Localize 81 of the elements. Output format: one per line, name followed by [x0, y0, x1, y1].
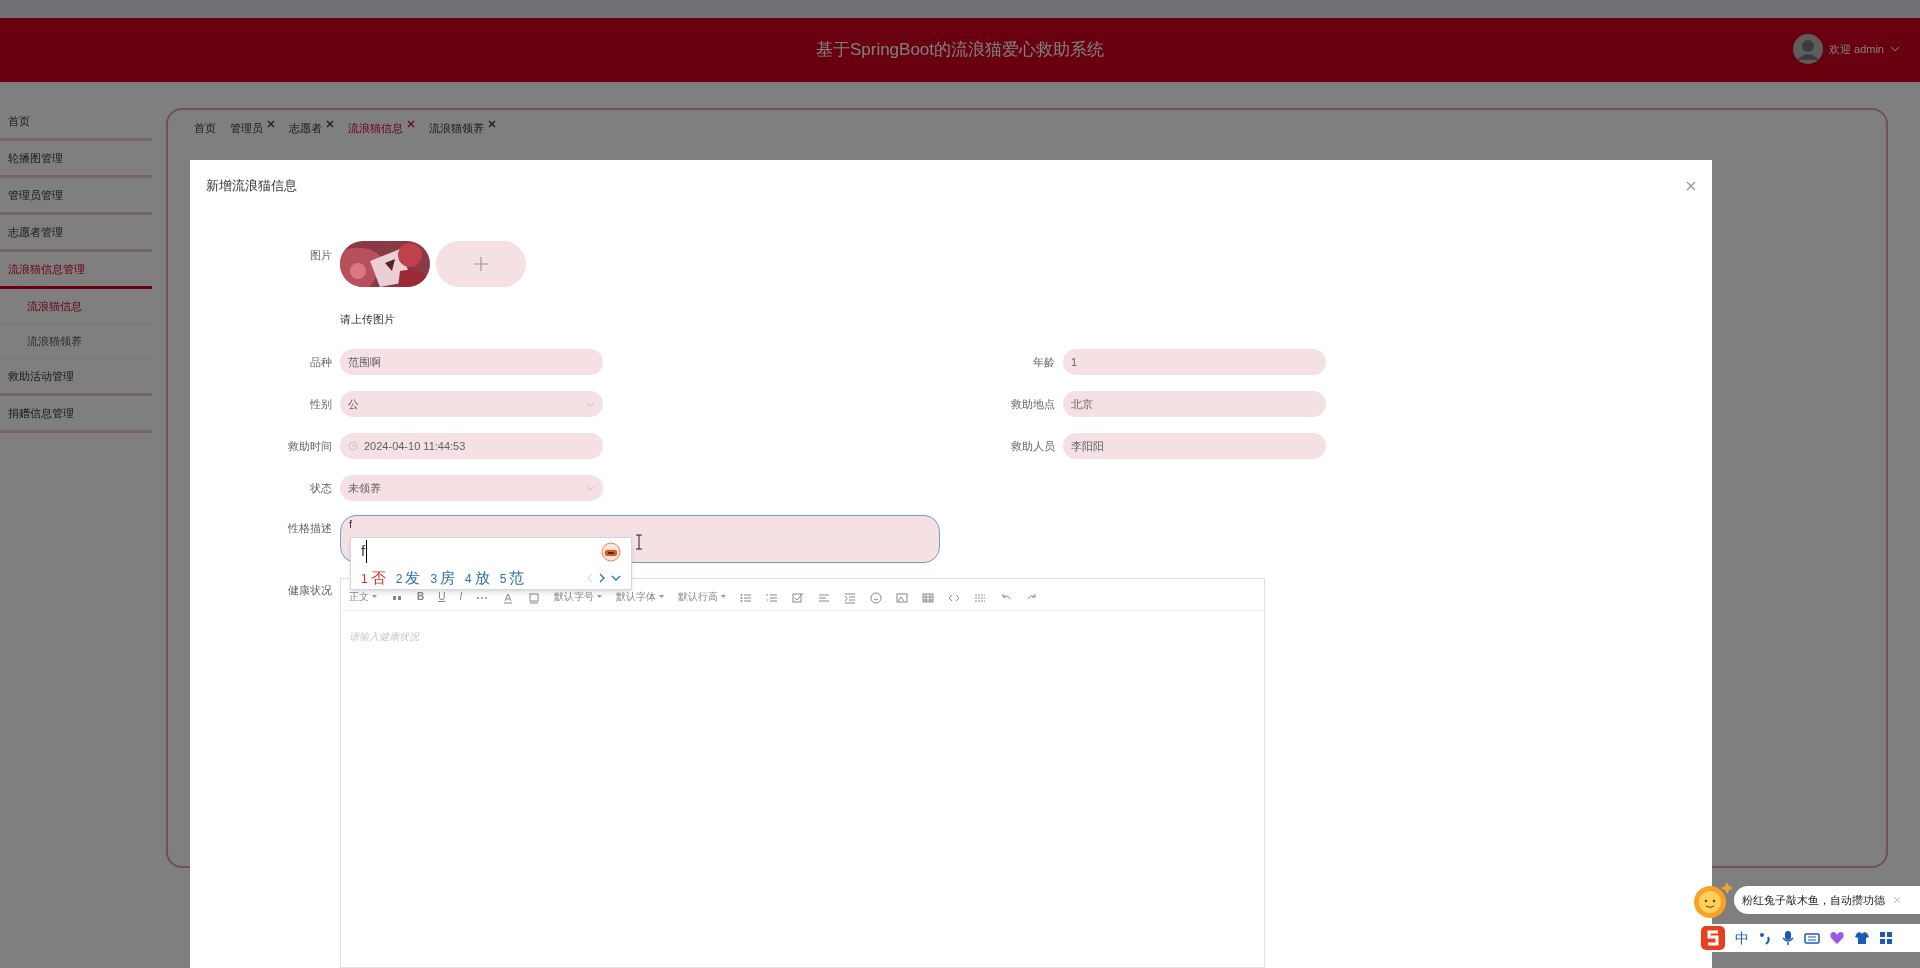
- caret-icon: [372, 595, 377, 598]
- toolbar-dropdown[interactable]: 默认字号: [554, 589, 603, 604]
- sidebar-subitem[interactable]: 流浪猫领养: [0, 324, 152, 359]
- input-field[interactable]: 北京: [1063, 391, 1326, 417]
- notification-text: 粉红兔子敲木鱼，自动攒功德: [1742, 892, 1885, 908]
- sidebar-subitem[interactable]: 流浪猫信息: [0, 289, 152, 324]
- toolbar-dropdown[interactable]: 默认行高: [678, 589, 727, 604]
- block-format-dropdown[interactable]: 正文: [349, 589, 377, 604]
- field-label: 救助时间: [287, 438, 333, 454]
- heart-icon[interactable]: [1829, 931, 1845, 945]
- voice-icon[interactable]: [1781, 930, 1795, 946]
- input-field[interactable]: 范围啊: [340, 349, 603, 375]
- field-label: 救助人员: [1010, 438, 1056, 454]
- select-field[interactable]: 公: [340, 391, 603, 417]
- site-title: 基于SpringBoot的流浪猫爱心救助系统: [815, 39, 1105, 62]
- tab[interactable]: 管理员: [230, 120, 263, 137]
- punctuation-icon[interactable]: [1758, 931, 1772, 945]
- field-label: 性别: [309, 396, 333, 412]
- close-icon[interactable]: [488, 120, 496, 128]
- avatar-icon: [1792, 34, 1823, 64]
- format-toggle[interactable]: U: [438, 589, 446, 604]
- caret-icon[interactable]: [1890, 46, 1900, 52]
- emoji-icon[interactable]: [870, 592, 883, 604]
- field-label: 年龄: [1032, 354, 1056, 370]
- plus-icon: [474, 256, 488, 271]
- sidebar-item[interactable]: 捐赠信息管理: [0, 396, 152, 433]
- select-field[interactable]: 未领养: [340, 475, 603, 501]
- caret-icon: [597, 595, 603, 598]
- caret-icon: [721, 595, 727, 598]
- tab[interactable]: 流浪猫信息: [348, 120, 403, 137]
- welcome-user[interactable]: 欢迎 admin: [1828, 40, 1884, 58]
- field-label: 性格描述: [287, 521, 333, 536]
- toolbar-dropdown[interactable]: 默认字体: [616, 589, 665, 604]
- format-toggle[interactable]: B: [417, 589, 425, 604]
- close-icon[interactable]: [407, 120, 415, 128]
- sidebar-item[interactable]: 首页: [0, 104, 152, 141]
- field-label: 品种: [309, 354, 333, 370]
- dialog-title: 新增流浪猫信息: [206, 177, 297, 195]
- field-label: 状态: [309, 480, 333, 496]
- align-icon[interactable]: [818, 592, 831, 604]
- chevron-down-icon: [586, 485, 595, 491]
- grid-icon[interactable]: [1879, 931, 1893, 945]
- numbered-list-icon[interactable]: [766, 592, 779, 604]
- tab[interactable]: 首页: [194, 120, 216, 137]
- code-icon[interactable]: [948, 592, 961, 604]
- text-cursor-icon: [635, 534, 643, 550]
- expand-icon[interactable]: [611, 575, 621, 581]
- sidebar-item[interactable]: 流浪猫信息管理: [0, 252, 152, 289]
- sidebar-item[interactable]: 救助活动管理: [0, 359, 152, 396]
- clock-icon: [348, 441, 358, 451]
- keyboard-icon[interactable]: [1804, 931, 1820, 945]
- font-color-icon[interactable]: [502, 592, 515, 604]
- chevron-down-icon: [586, 401, 595, 407]
- next-page-icon[interactable]: [599, 573, 605, 583]
- input-field[interactable]: 2024-04-10 11:44:53: [340, 433, 603, 459]
- image-icon[interactable]: [896, 592, 909, 604]
- sidebar-item[interactable]: 管理员管理: [0, 178, 152, 215]
- close-icon[interactable]: [1686, 180, 1696, 191]
- input-field[interactable]: 1: [1063, 349, 1326, 375]
- highlight-icon[interactable]: [528, 592, 541, 604]
- format-toggle[interactable]: I: [459, 589, 463, 604]
- close-icon[interactable]: [267, 120, 275, 128]
- tab[interactable]: 志愿者: [289, 120, 322, 137]
- upload-hint: 请上传图片: [340, 311, 396, 327]
- field-label: 健康状况: [287, 583, 333, 598]
- input-mode[interactable]: 中: [1735, 927, 1749, 949]
- close-icon[interactable]: [326, 120, 334, 128]
- sidebar-item[interactable]: 志愿者管理: [0, 215, 152, 252]
- checkbox-icon[interactable]: [792, 592, 805, 604]
- tab[interactable]: 流浪猫领养: [429, 120, 484, 137]
- sun-icon: [1692, 880, 1734, 920]
- bullet-list-icon[interactable]: [740, 592, 753, 604]
- sidebar-item[interactable]: 轮播图管理: [0, 141, 152, 178]
- table-icon[interactable]: [922, 592, 935, 604]
- clothes-icon[interactable]: [1854, 931, 1870, 945]
- field-label: 救助地点: [1010, 396, 1056, 412]
- indent-icon[interactable]: [844, 592, 857, 604]
- input-field[interactable]: 李阳阳: [1063, 433, 1326, 459]
- field-label: 图片: [309, 247, 333, 263]
- ime-logo-icon[interactable]: [1700, 925, 1726, 951]
- caret-icon: [659, 595, 665, 598]
